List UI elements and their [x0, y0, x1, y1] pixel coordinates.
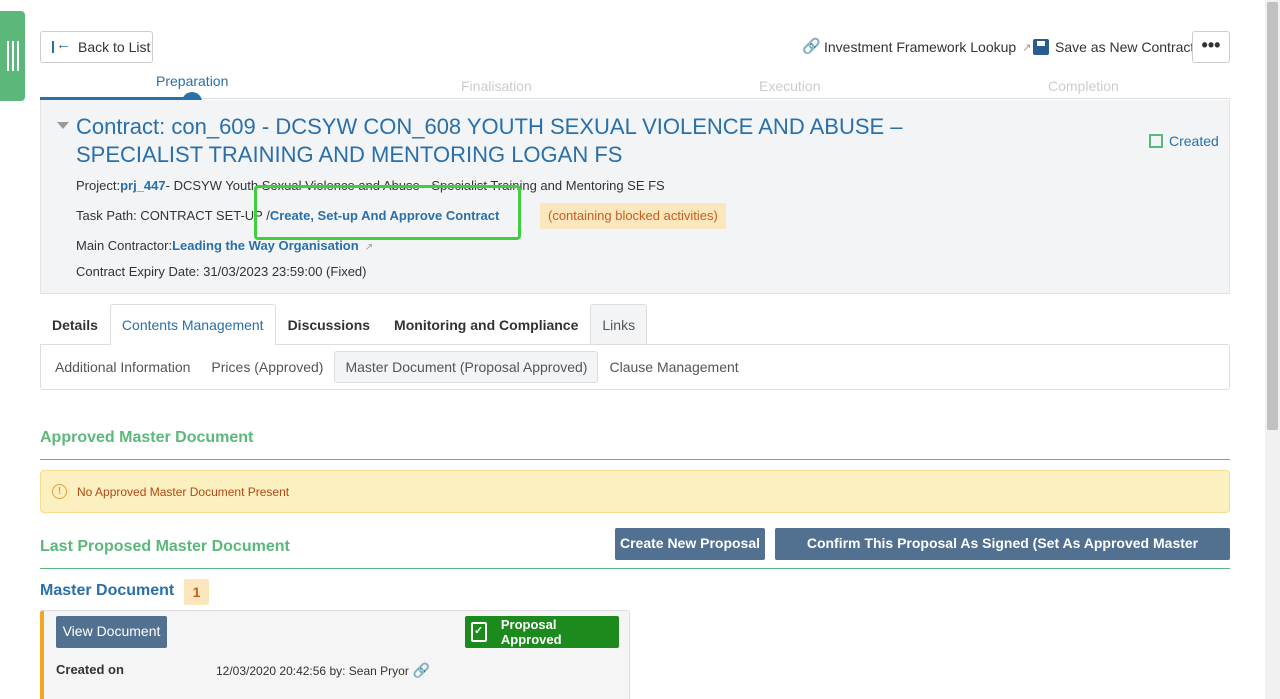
- step-label: Finalisation: [461, 78, 532, 94]
- tab-details[interactable]: Details: [40, 304, 110, 345]
- save-as-new-contract-label: Save as New Contract: [1055, 39, 1195, 55]
- step-label: Preparation: [156, 73, 229, 89]
- section-divider: [40, 568, 1230, 569]
- link-icon: 🔗: [802, 38, 821, 55]
- confirm-proposal-signed-button[interactable]: Confirm This Proposal As Signed (Set As …: [775, 528, 1230, 582]
- scrollbar-thumb[interactable]: [1267, 2, 1278, 430]
- grip-icon: [6, 41, 19, 71]
- collapse-caret-icon[interactable]: [57, 122, 69, 129]
- back-to-list-button[interactable]: Back to List: [40, 31, 153, 63]
- page: Back to List 🔗 Investment Framework Look…: [0, 0, 1280, 699]
- highlight-annotation: [254, 185, 521, 240]
- more-actions-button[interactable]: •••: [1192, 31, 1230, 63]
- created-on-label: Created on: [56, 662, 124, 677]
- blocked-activities-badge: (containing blocked activities): [540, 203, 726, 229]
- project-label: Project:: [76, 178, 121, 193]
- contract-header-panel: Contract: con_609 - DCSYW CON_608 YOUTH …: [40, 100, 1230, 294]
- step-completion[interactable]: Completion: [1048, 78, 1119, 107]
- sub-tabs: Additional Information Prices (Approved)…: [40, 344, 1230, 390]
- main-contractor-label: Main Contractor:: [76, 238, 173, 253]
- subtab-master-document[interactable]: Master Document (Proposal Approved): [334, 351, 599, 383]
- document-check-icon: [471, 622, 487, 642]
- external-link-icon: ↗: [1022, 41, 1032, 54]
- back-to-list-label: Back to List: [78, 39, 151, 55]
- subtab-additional-information[interactable]: Additional Information: [45, 351, 200, 383]
- proposal-approved-label: Proposal Approved: [500, 617, 562, 647]
- contract-status: Created: [1149, 133, 1219, 149]
- workflow-stepper: Preparation Finalisation Execution Compl…: [40, 70, 1230, 107]
- tab-links[interactable]: Links: [590, 304, 648, 345]
- side-panel-handle[interactable]: [0, 11, 25, 101]
- step-execution[interactable]: Execution: [759, 78, 821, 107]
- investment-framework-lookup-link[interactable]: 🔗 Investment Framework Lookup ↗: [802, 36, 1031, 58]
- proposal-approved-badge: Proposal Approved: [465, 616, 619, 648]
- info-icon: !: [52, 484, 67, 499]
- more-icon: •••: [1201, 35, 1221, 55]
- investment-framework-lookup-label: Investment Framework Lookup: [824, 39, 1017, 55]
- created-on-value: 12/03/2020 20:42:56 by: Sean Pryor 🔗: [216, 662, 430, 679]
- page-scrollbar[interactable]: [1265, 0, 1280, 699]
- back-arrow-icon: [52, 36, 71, 54]
- contract-expiry: Contract Expiry Date: 31/03/2023 23:59:0…: [76, 264, 367, 279]
- view-document-button[interactable]: View Document: [56, 616, 167, 648]
- project-link[interactable]: prj_447: [120, 178, 166, 193]
- step-preparation[interactable]: Preparation: [156, 73, 229, 102]
- subtab-clause-management[interactable]: Clause Management: [599, 351, 748, 383]
- tab-contents-management[interactable]: Contents Management: [109, 304, 276, 345]
- main-contractor-line: Main Contractor:Leading the Way Organisa…: [76, 238, 373, 253]
- master-document-heading: Master Document: [40, 582, 175, 599]
- tab-discussions[interactable]: Discussions: [276, 304, 382, 345]
- step-label: Completion: [1048, 78, 1119, 94]
- step-finalisation[interactable]: Finalisation: [461, 78, 532, 107]
- step-label: Execution: [759, 78, 821, 94]
- no-approved-document-alert: ! No Approved Master Document Present: [40, 470, 1230, 513]
- save-icon: [1033, 39, 1049, 55]
- task-path-label: Task Path: CONTRACT SET-UP /: [76, 208, 270, 223]
- main-tabs: Details Contents Management Discussions …: [40, 304, 648, 345]
- section-divider: [40, 459, 1230, 460]
- contract-status-label: Created: [1169, 133, 1219, 149]
- contract-title: Contract: con_609 - DCSYW CON_608 YOUTH …: [76, 114, 903, 167]
- approved-master-document-heading: Approved Master Document: [40, 429, 254, 446]
- subtab-prices[interactable]: Prices (Approved): [201, 351, 333, 383]
- master-document-count-badge: 1: [184, 579, 209, 605]
- stepper-track: [40, 98, 1230, 99]
- tab-monitoring-compliance[interactable]: Monitoring and Compliance: [382, 304, 590, 345]
- created-on-text: 12/03/2020 20:42:56 by: Sean Pryor: [216, 663, 409, 678]
- main-contractor-link[interactable]: Leading the Way Organisation: [172, 238, 359, 253]
- external-link-icon: ↗: [364, 242, 374, 253]
- alert-message: No Approved Master Document Present: [77, 484, 290, 499]
- edit-status-icon: [1149, 134, 1163, 148]
- master-document-card: View Document Proposal Approved Created …: [40, 610, 630, 699]
- save-as-new-contract-button[interactable]: Save as New Contract: [1033, 36, 1194, 58]
- user-link-icon[interactable]: 🔗: [413, 662, 430, 679]
- last-proposed-document-heading: Last Proposed Master Document: [40, 538, 290, 555]
- create-new-proposal-button[interactable]: Create New Proposal: [615, 528, 765, 560]
